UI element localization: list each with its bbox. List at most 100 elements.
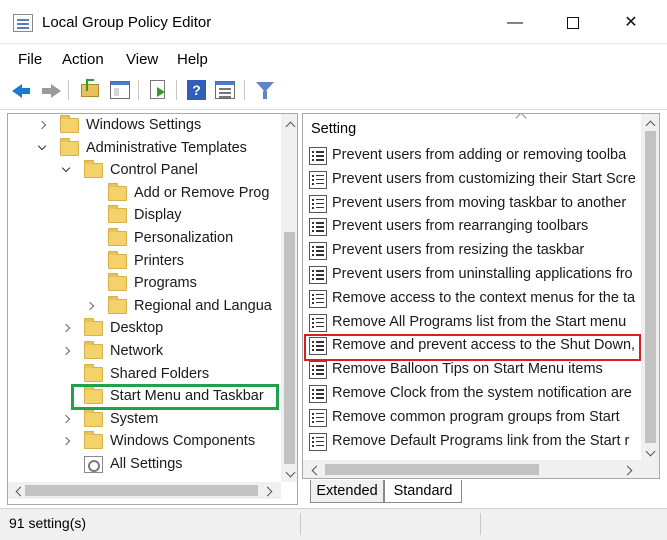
back-button[interactable] [10, 78, 34, 102]
tree-item[interactable]: Programs [8, 272, 280, 294]
tree-item[interactable]: Desktop [8, 317, 280, 339]
tree-item-label: Display [134, 207, 182, 224]
tree-item[interactable]: Printers [8, 250, 280, 272]
minimize-button[interactable]: — [492, 8, 538, 38]
expand-chevron-icon[interactable] [60, 408, 72, 430]
setting-label: Remove Clock from the system notificatio… [332, 385, 632, 401]
highlight-box-start-menu-and-taskbar [71, 384, 279, 410]
tree-item[interactable]: Windows Components [8, 430, 280, 452]
tree-item-label: Shared Folders [110, 365, 210, 382]
list-vertical-scrollbar[interactable] [641, 114, 659, 460]
setting-label: Prevent users from rearranging toolbars [332, 218, 589, 235]
minimize-icon: — [507, 14, 523, 31]
scroll-up-icon[interactable] [643, 115, 657, 129]
setting-row[interactable]: Remove Balloon Tips on Start Menu items [309, 358, 641, 382]
setting-row[interactable]: Remove All Programs list from the Start … [309, 311, 641, 335]
folder-icon [108, 205, 127, 224]
setting-row[interactable]: Remove access to the context menus for t… [309, 287, 641, 311]
setting-row[interactable]: Remove common program groups from Start [309, 406, 641, 430]
expand-chevron-icon[interactable] [60, 340, 72, 362]
setting-label: Prevent users from moving taskbar to ano… [332, 194, 627, 211]
tree-item[interactable]: Administrative Templates [8, 137, 280, 159]
setting-row[interactable]: Prevent users from uninstalling applicat… [309, 263, 641, 287]
expand-chevron-icon[interactable] [36, 114, 48, 136]
forward-icon [42, 84, 61, 98]
scroll-right-icon[interactable] [261, 483, 275, 497]
scrollbar-thumb[interactable] [645, 131, 656, 443]
column-header-setting[interactable]: Setting [303, 114, 641, 144]
tree-horizontal-scrollbar[interactable] [8, 482, 281, 499]
setting-row[interactable]: Remove Default Programs link from the St… [309, 430, 641, 454]
export-list-button[interactable] [146, 78, 170, 102]
tree-item[interactable]: Add or Remove Prog [8, 182, 280, 204]
tree-item[interactable]: Network [8, 340, 280, 362]
tree-item[interactable]: Windows Settings [8, 114, 280, 136]
show-hide-console-tree-icon [110, 81, 130, 99]
setting-row[interactable]: Prevent users from moving taskbar to ano… [309, 192, 641, 216]
setting-label: Prevent users from customizing their Sta… [332, 170, 636, 187]
folder-icon [60, 115, 79, 133]
collapse-chevron-icon[interactable] [60, 159, 72, 181]
setting-label: Prevent users from adding or removing to… [332, 147, 627, 163]
scroll-up-icon[interactable] [283, 116, 297, 130]
expand-chevron-icon[interactable] [60, 430, 72, 452]
column-header-label: Setting [311, 121, 357, 137]
scroll-right-icon[interactable] [621, 462, 635, 476]
filter-button[interactable] [253, 78, 277, 102]
up-one-level-button[interactable] [78, 78, 102, 102]
setting-row[interactable]: Remove Clock from the system notificatio… [309, 382, 641, 406]
expand-chevron-icon[interactable] [84, 295, 96, 317]
tree-item[interactable]: Regional and Langua [8, 295, 280, 317]
setting-label: Remove access to the context menus for t… [332, 289, 636, 306]
setting-row[interactable]: Prevent users from rearranging toolbars [309, 215, 641, 239]
tab-extended[interactable]: Extended [310, 480, 384, 503]
scrollbar-thumb[interactable] [25, 485, 258, 496]
menu-help[interactable]: Help [177, 51, 208, 68]
policy-setting-icon [309, 289, 327, 308]
menu-action[interactable]: Action [62, 51, 104, 68]
policy-setting-icon [309, 385, 327, 403]
scroll-left-icon[interactable] [10, 483, 24, 497]
menu-file[interactable]: File [18, 51, 42, 68]
tree-vertical-scrollbar[interactable] [281, 114, 297, 482]
close-button[interactable]: ✕ [608, 8, 654, 38]
scroll-down-icon[interactable] [643, 445, 657, 459]
collapse-chevron-icon[interactable] [36, 137, 48, 159]
list-horizontal-scrollbar[interactable] [303, 460, 641, 478]
close-icon: ✕ [624, 14, 638, 31]
settings-list-pane[interactable]: Setting Prevent users from adding or rem… [302, 113, 660, 479]
folder-icon [84, 341, 103, 359]
forward-button[interactable] [38, 78, 62, 102]
setting-row[interactable]: Prevent users from resizing the taskbar [309, 239, 641, 263]
up-folder-icon [81, 79, 99, 97]
tree-item-label: Windows Settings [86, 117, 202, 133]
properties-button[interactable] [213, 78, 237, 102]
help-button[interactable]: ? [184, 78, 208, 102]
folder-icon [60, 137, 79, 156]
scroll-down-icon[interactable] [283, 466, 297, 480]
tree-item[interactable]: System [8, 408, 280, 430]
console-tree[interactable]: Windows Settings Administrative Templates… [7, 113, 298, 505]
tab-standard[interactable]: Standard [384, 480, 462, 503]
menu-view[interactable]: View [126, 51, 158, 68]
help-icon: ? [187, 80, 206, 100]
toolbar-separator [244, 80, 245, 100]
folder-icon [108, 273, 127, 292]
folder-icon [84, 363, 103, 382]
show-hide-console-tree-button[interactable] [108, 78, 132, 102]
maximize-button[interactable] [550, 8, 596, 38]
scrollbar-thumb[interactable] [284, 232, 295, 464]
tree-item[interactable]: Shared Folders [8, 363, 280, 385]
setting-label: Prevent users from resizing the taskbar [332, 242, 585, 259]
tree-item-label: Regional and Langua [134, 297, 272, 314]
expand-chevron-icon[interactable] [60, 317, 72, 339]
tree-item[interactable]: Personalization [8, 227, 280, 249]
tree-item[interactable]: Control Panel [8, 159, 280, 181]
setting-row[interactable]: Prevent users from adding or removing to… [309, 144, 641, 168]
tree-item[interactable]: Display [8, 204, 280, 226]
scrollbar-thumb[interactable] [325, 464, 539, 475]
setting-row[interactable]: Prevent users from customizing their Sta… [309, 168, 641, 192]
tree-item[interactable]: All Settings [8, 453, 280, 475]
properties-icon [215, 81, 235, 99]
scroll-left-icon[interactable] [306, 462, 320, 476]
